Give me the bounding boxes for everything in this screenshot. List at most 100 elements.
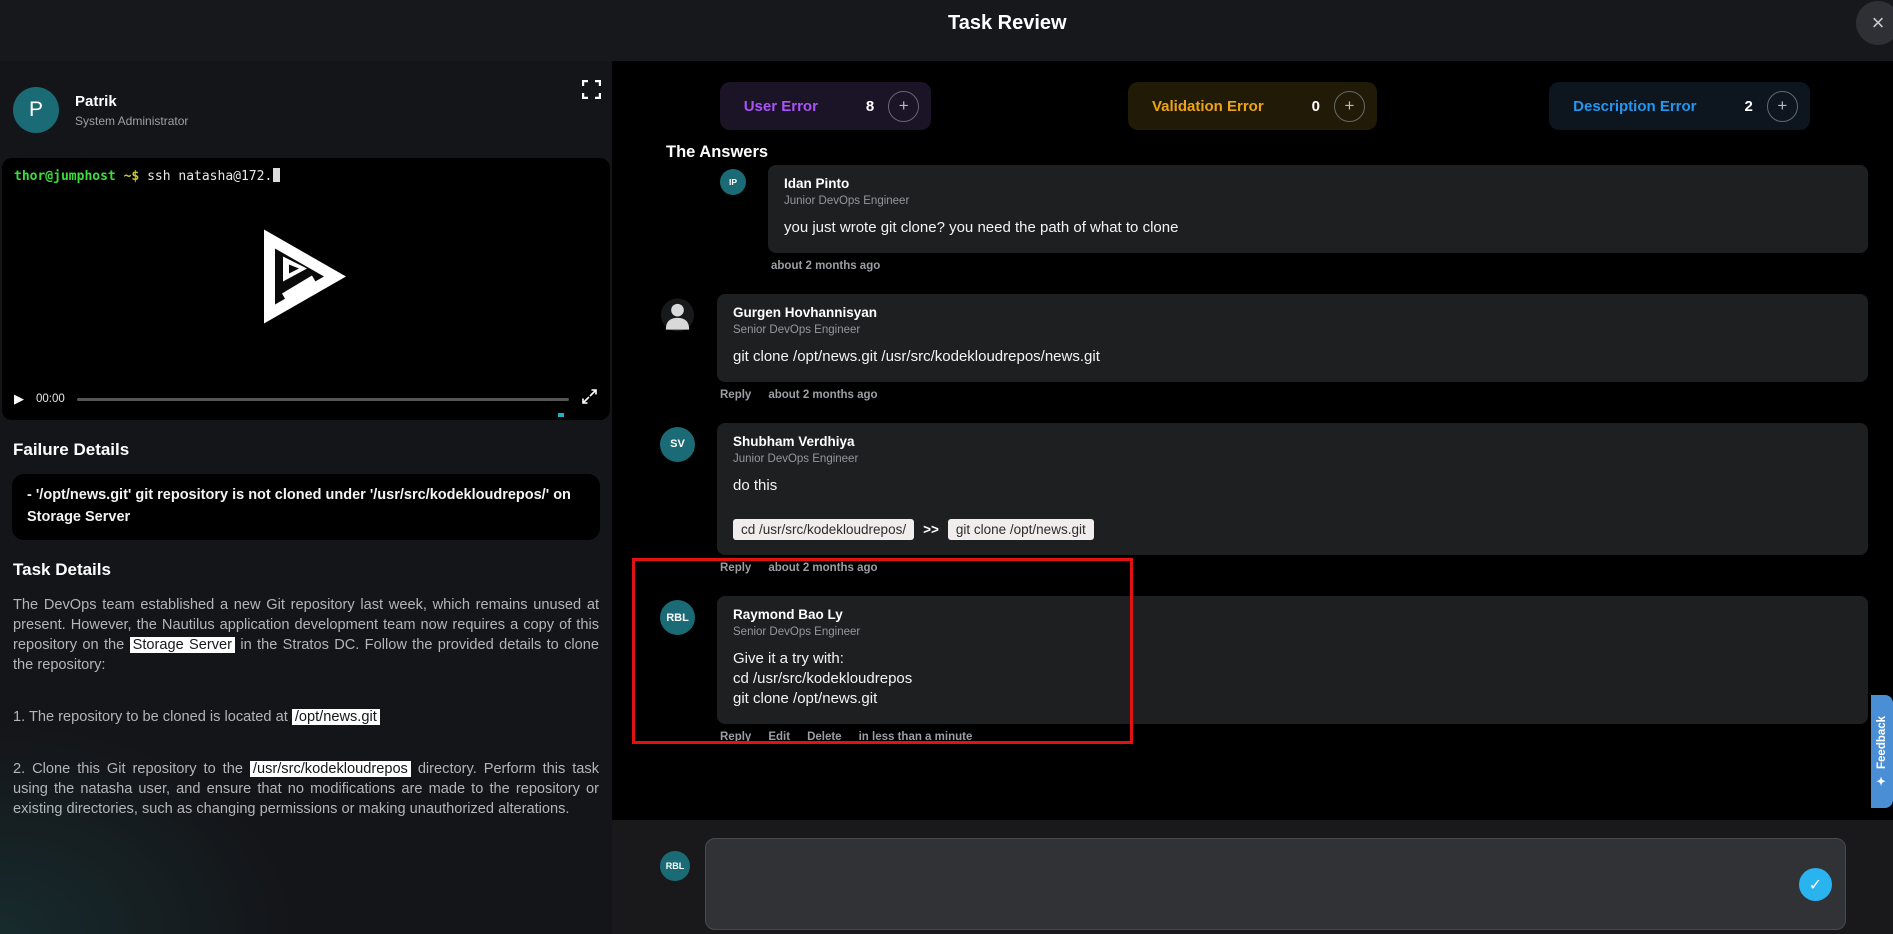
check-icon: ✓: [1808, 876, 1823, 894]
reply-link[interactable]: Reply: [720, 562, 751, 574]
comment-author-role: Senior DevOps Engineer: [733, 626, 861, 639]
command-chip: git clone /opt/news.git: [947, 519, 1094, 541]
comment-timestamp: about 2 months ago: [768, 388, 878, 401]
comment-card: Idan Pinto Junior DevOps Engineer you ju…: [768, 165, 1868, 253]
plus-icon[interactable]: +: [1766, 90, 1798, 122]
comment-avatar: RBL: [660, 600, 695, 636]
comment-author-role: Senior DevOps Engineer: [733, 323, 861, 336]
comment-author: Raymond Bao Ly: [733, 607, 843, 623]
sparkle-icon: ✦: [1876, 773, 1888, 788]
player-time: 00:00: [36, 393, 65, 405]
answers-heading: The Answers: [666, 143, 769, 161]
comment-card: Raymond Bao Ly Senior DevOps Engineer Gi…: [717, 596, 1868, 724]
error-badges-row: User Error 8 + Validation Error 0 + Desc…: [612, 82, 1893, 130]
comment-message: git clone /opt/news.git /usr/src/kodeklo…: [733, 347, 1852, 367]
profile-role: System Administrator: [75, 113, 189, 128]
error-badge-count: 0: [1311, 97, 1321, 115]
comment-card: Gurgen Hovhannisyan Senior DevOps Engine…: [717, 293, 1868, 382]
comment-composer: RBL ✓: [612, 820, 1893, 934]
comment-footer: Reply Edit Delete in less than a minute: [720, 731, 1868, 743]
terminal-user: thor@jumphost: [14, 169, 116, 184]
plus-icon[interactable]: +: [1334, 90, 1366, 122]
task-item-1: 1. The repository to be cloned is locate…: [13, 707, 599, 727]
comment-row-3: SV Shubham Verdhiya Junior DevOps Engine…: [660, 422, 1868, 574]
highlight-repo-path: /opt/news.git: [291, 709, 380, 725]
comment-message: do this: [733, 476, 1852, 496]
chip-separator: >>: [923, 522, 939, 538]
command-chip: cd /usr/src/kodekloudrepos/: [733, 519, 915, 541]
comment-avatar: IP: [720, 169, 746, 195]
comment-avatar: [660, 298, 695, 333]
highlight-storage-server: Storage Server: [129, 636, 236, 653]
comment-input[interactable]: [706, 839, 1845, 929]
highlight-clone-dir: /usr/src/kodekloudrepos: [249, 761, 411, 778]
play-button[interactable]: ▶: [14, 391, 24, 407]
player-progress-bar[interactable]: [76, 397, 569, 401]
plus-icon[interactable]: +: [888, 90, 920, 122]
failure-details-text: - '/opt/news.git' git repository is not …: [12, 474, 600, 540]
comment-row-2: Gurgen Hovhannisyan Senior DevOps Engine…: [660, 293, 1868, 401]
comment-avatar: SV: [660, 426, 695, 462]
comment-row-4: RBL Raymond Bao Ly Senior DevOps Enginee…: [660, 596, 1868, 743]
comment-row-1: IP Idan Pinto Junior DevOps Engineer you…: [715, 165, 1868, 272]
task-sidebar: P Patrik System Administrator thor@jumph…: [0, 61, 612, 934]
comment-author-role: Junior DevOps Engineer: [733, 452, 859, 465]
comment-message-line: git clone /opt/news.git /usr/src/kodeklo…: [733, 347, 1100, 365]
error-badge-label: Validation Error: [1151, 97, 1264, 115]
feedback-tab[interactable]: ✦ Feedback: [1871, 695, 1893, 808]
page-title: Task Review: [948, 12, 1067, 34]
player-controls: ▶ 00:00: [14, 388, 598, 410]
failure-details-heading: Failure Details: [13, 440, 130, 459]
task-item-2: 2. Clone this Git repository to the /usr…: [13, 761, 599, 818]
reply-link[interactable]: Reply: [720, 731, 751, 743]
comment-timestamp: about 2 months ago: [771, 259, 881, 272]
comments-list: IP Idan Pinto Junior DevOps Engineer you…: [612, 165, 1893, 743]
reply-link[interactable]: Reply: [720, 389, 751, 401]
modal-header: Task Review ×: [0, 0, 1893, 61]
terminal-prompt: thor@jumphost ~$ ssh natasha@172.: [2, 158, 610, 194]
comment-message-line: git clone /opt/news.git: [733, 689, 878, 707]
edit-link[interactable]: Edit: [768, 731, 790, 743]
comment-footer: Reply about 2 months ago: [720, 389, 1868, 401]
comment-message-line: do this: [733, 476, 778, 494]
comment-message: you just wrote git clone? you need the p…: [784, 218, 1852, 238]
error-badge-label: User Error: [743, 97, 818, 115]
error-badge-description-error: Description Error 2 +: [1549, 82, 1810, 130]
comment-card: Shubham Verdhiya Junior DevOps Engineer …: [717, 422, 1868, 556]
person-avatar-icon: [660, 298, 695, 332]
comment-footer: Reply about 2 months ago: [720, 562, 1868, 574]
error-badge-label: Description Error: [1573, 97, 1697, 115]
profile-name: Patrik: [75, 92, 117, 110]
composer-avatar: RBL: [660, 851, 690, 881]
player-fullscreen-icon[interactable]: [581, 388, 598, 410]
error-badge-count: 8: [865, 97, 875, 115]
terminal-cursor: [273, 168, 281, 182]
comment-message-line: Give it a try with:: [733, 650, 844, 668]
comment-author-role: Junior DevOps Engineer: [784, 195, 910, 207]
comment-timestamp: in less than a minute: [858, 730, 973, 743]
comment-message-line: you just wrote git clone? you need the p…: [784, 219, 1179, 236]
terminal-symbol: ~$: [115, 169, 148, 184]
terminal-command: ssh natasha@172.: [147, 169, 273, 184]
comment-footer: about 2 months ago: [771, 260, 1868, 272]
session-video-player[interactable]: thor@jumphost ~$ ssh natasha@172. ▶ 00:0…: [2, 158, 610, 420]
error-badge-user-error: User Error 8 +: [719, 82, 932, 130]
play-logo-icon[interactable]: [262, 227, 350, 330]
delete-link[interactable]: Delete: [807, 731, 842, 743]
comment-message-line: cd /usr/src/kodekloudrepos: [733, 670, 913, 688]
close-icon[interactable]: ×: [1856, 1, 1893, 45]
send-button[interactable]: ✓: [1799, 868, 1832, 901]
task-paragraph-1: The DevOps team established a new Git re…: [13, 596, 600, 673]
error-badge-count: 2: [1744, 97, 1753, 115]
comment-author: Gurgen Hovhannisyan: [733, 304, 878, 320]
composer-input-wrap: ✓: [705, 838, 1846, 930]
task-details-heading: Task Details: [13, 559, 111, 579]
comment-message: Give it a try with: cd /usr/src/kodekloud…: [733, 649, 1852, 708]
comment-timestamp: about 2 months ago: [768, 562, 878, 575]
user-profile: P Patrik System Administrator: [13, 87, 612, 133]
command-chips-row: cd /usr/src/kodekloudrepos/ >> git clone /…: [733, 519, 1852, 541]
comment-author: Shubham Verdhiya: [733, 433, 855, 449]
comment-author: Idan Pinto: [784, 176, 850, 191]
avatar: P: [13, 87, 59, 133]
fullscreen-icon[interactable]: [581, 79, 602, 104]
